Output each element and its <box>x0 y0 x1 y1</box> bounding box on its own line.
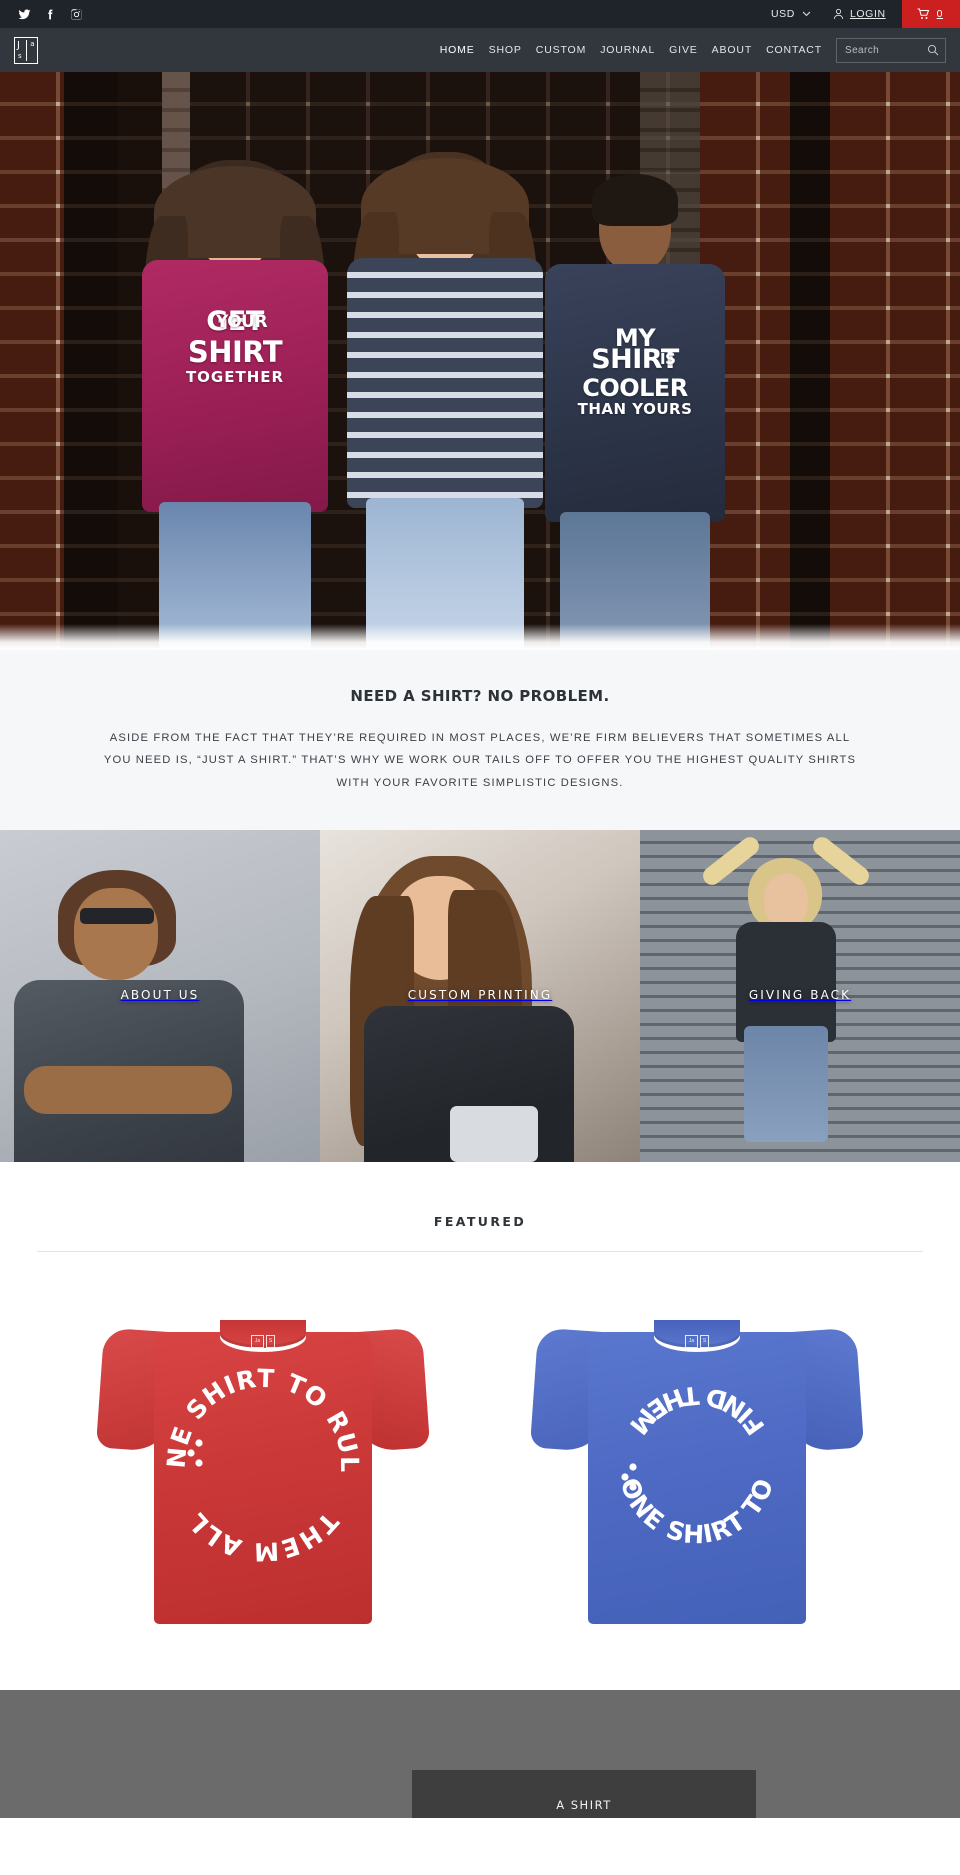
cart-count: 0 <box>936 8 943 20</box>
social-links <box>0 8 83 21</box>
intro-body: ASIDE FROM THE FACT THAT THEY’RE REQUIRE… <box>103 732 857 789</box>
featured-section: FEATURED Ja S E SHIRT TO RU THEM ALL Ja … <box>0 1162 960 1691</box>
login-label: LOGIN <box>849 8 886 20</box>
currency-selector[interactable]: USD <box>771 8 825 20</box>
currency-label: USD <box>770 8 795 20</box>
user-icon <box>833 8 844 20</box>
nav-item-home[interactable]: HOME <box>440 44 475 56</box>
hero-shirt-3-line3: IS <box>660 350 676 368</box>
top-utility-bar: USD LOGIN 0 <box>0 0 960 28</box>
featured-heading: FEATURED <box>433 1214 527 1230</box>
bottom-panel[interactable]: A SHIRT <box>412 1770 756 1819</box>
product-1-tag-size: S <box>266 1335 275 1349</box>
hero-shirt-2 <box>347 258 543 508</box>
svg-text:ONE SHIRT TO: ONE SHIRT TO <box>614 1474 779 1549</box>
nav-item-contact[interactable]: CONTACT <box>766 44 822 56</box>
logo-letter-a: a <box>30 39 35 48</box>
tile-about-us[interactable]: ABOUT US <box>0 830 320 1163</box>
product-1-circle-bottom: THEM ALL <box>182 1507 343 1563</box>
nav-item-give[interactable]: GIVE <box>669 44 698 56</box>
hero-shirt-1-line2: YOUR <box>216 312 268 332</box>
hero-banner: GET YOUR SHIRT TOGETHER MY SHIRT IS COOL… <box>0 72 960 650</box>
facebook-icon[interactable] <box>44 8 57 21</box>
cart-button[interactable]: 0 <box>901 0 960 28</box>
hero-model-2 <box>335 130 555 650</box>
tile-giving-back-label: GIVING BACK <box>748 988 852 1003</box>
product-card-1[interactable]: Ja S ONE SHIRT TO RULE THEM ALL <box>95 1306 431 1625</box>
main-navigation: HOME SHOP CUSTOM JOURNAL GIVE ABOUT CONT… <box>440 44 836 56</box>
featured-products: Ja S ONE SHIRT TO RULE THEM ALL <box>0 1252 960 1690</box>
tile-custom-printing[interactable]: CUSTOM PRINTING <box>320 830 640 1163</box>
top-bar-right: USD LOGIN 0 <box>771 0 960 28</box>
chevron-down-icon <box>802 11 811 17</box>
tile-giving-back[interactable]: GIVING BACK <box>640 830 960 1163</box>
product-2-graphic: FIND THEM ONE SHIRT TO <box>599 1367 795 1563</box>
product-2-tag-logo: Ja <box>685 1335 698 1349</box>
product-card-2[interactable]: Ja S FIND THEM ONE SHIRT TO <box>529 1306 865 1625</box>
category-tiles: ABOUT US CUSTOM PRINTING GIVING BACK <box>0 830 960 1163</box>
intro-section: NEED A SHIRT? NO PROBLEM. ASIDE FROM THE… <box>0 650 960 831</box>
hero-model-1: GET YOUR SHIRT TOGETHER <box>130 130 340 650</box>
instagram-icon[interactable] <box>70 8 83 21</box>
tile-about-us-label: ABOUT US <box>120 988 200 1003</box>
logo-divider <box>26 39 28 61</box>
hero-shirt-3-line5: THAN YOURS <box>577 400 693 418</box>
twitter-icon[interactable] <box>18 8 31 21</box>
main-header: J a s HOME SHOP CUSTOM JOURNAL GIVE ABOU… <box>0 28 960 72</box>
nav-item-custom[interactable]: CUSTOM <box>536 44 586 56</box>
hero-model-3: MY SHIRT IS COOLER THAN YOURS <box>540 130 730 650</box>
bottom-panel-label: A SHIRT <box>556 1798 612 1813</box>
product-1-circle-top: ONE SHIRT TO RULE <box>165 1367 361 1473</box>
product-1-tag-logo: Ja <box>251 1335 264 1349</box>
product-2-image: Ja S FIND THEM ONE SHIRT TO <box>529 1306 865 1625</box>
login-button[interactable]: LOGIN <box>825 8 902 20</box>
page-root: USD LOGIN 0 J a s HOME SHOP CUSTOM JOURN… <box>0 0 960 1819</box>
cart-icon <box>917 8 929 19</box>
nav-item-shop[interactable]: SHOP <box>489 44 522 56</box>
product-1-image: Ja S ONE SHIRT TO RULE THEM ALL <box>95 1306 431 1625</box>
hero-shirt-1-line3: SHIRT <box>187 335 283 369</box>
svg-text:THEM ALL: THEM ALL <box>182 1507 344 1563</box>
bottom-section: A SHIRT <box>0 1690 960 1819</box>
product-2-tag-size: S <box>700 1335 709 1349</box>
nav-item-about[interactable]: ABOUT <box>712 44 752 56</box>
nav-item-journal[interactable]: JOURNAL <box>600 44 655 56</box>
search-input[interactable] <box>845 44 927 56</box>
logo-letter-s: s <box>18 51 22 60</box>
hero-shirt-1 <box>142 260 328 512</box>
product-2-neck-tag: Ja S <box>679 1334 715 1349</box>
hero-shirt-3-line4: COOLER <box>582 374 688 402</box>
site-logo[interactable]: J a s <box>14 36 38 64</box>
product-1-neck-tag: Ja S <box>245 1334 281 1349</box>
intro-heading: NEED A SHIRT? NO PROBLEM. <box>350 687 610 705</box>
svg-text:ONE SHIRT TO RULE: ONE SHIRT TO RULE <box>165 1367 361 1473</box>
hero-bottom-fade <box>0 624 960 650</box>
product-2-circle-top: FIND THEM <box>623 1381 769 1441</box>
svg-text:FIND THEM: FIND THEM <box>623 1381 770 1441</box>
search-box[interactable] <box>836 37 946 63</box>
logo-letter-j: J <box>17 39 20 51</box>
search-icon[interactable] <box>927 44 939 56</box>
tile-custom-printing-label: CUSTOM PRINTING <box>407 988 553 1003</box>
product-1-graphic: ONE SHIRT TO RULE THEM ALL <box>165 1367 361 1563</box>
hero-shirt-1-line4: TOGETHER <box>185 368 285 386</box>
product-2-circle-bottom: ONE SHIRT TO <box>614 1474 778 1549</box>
